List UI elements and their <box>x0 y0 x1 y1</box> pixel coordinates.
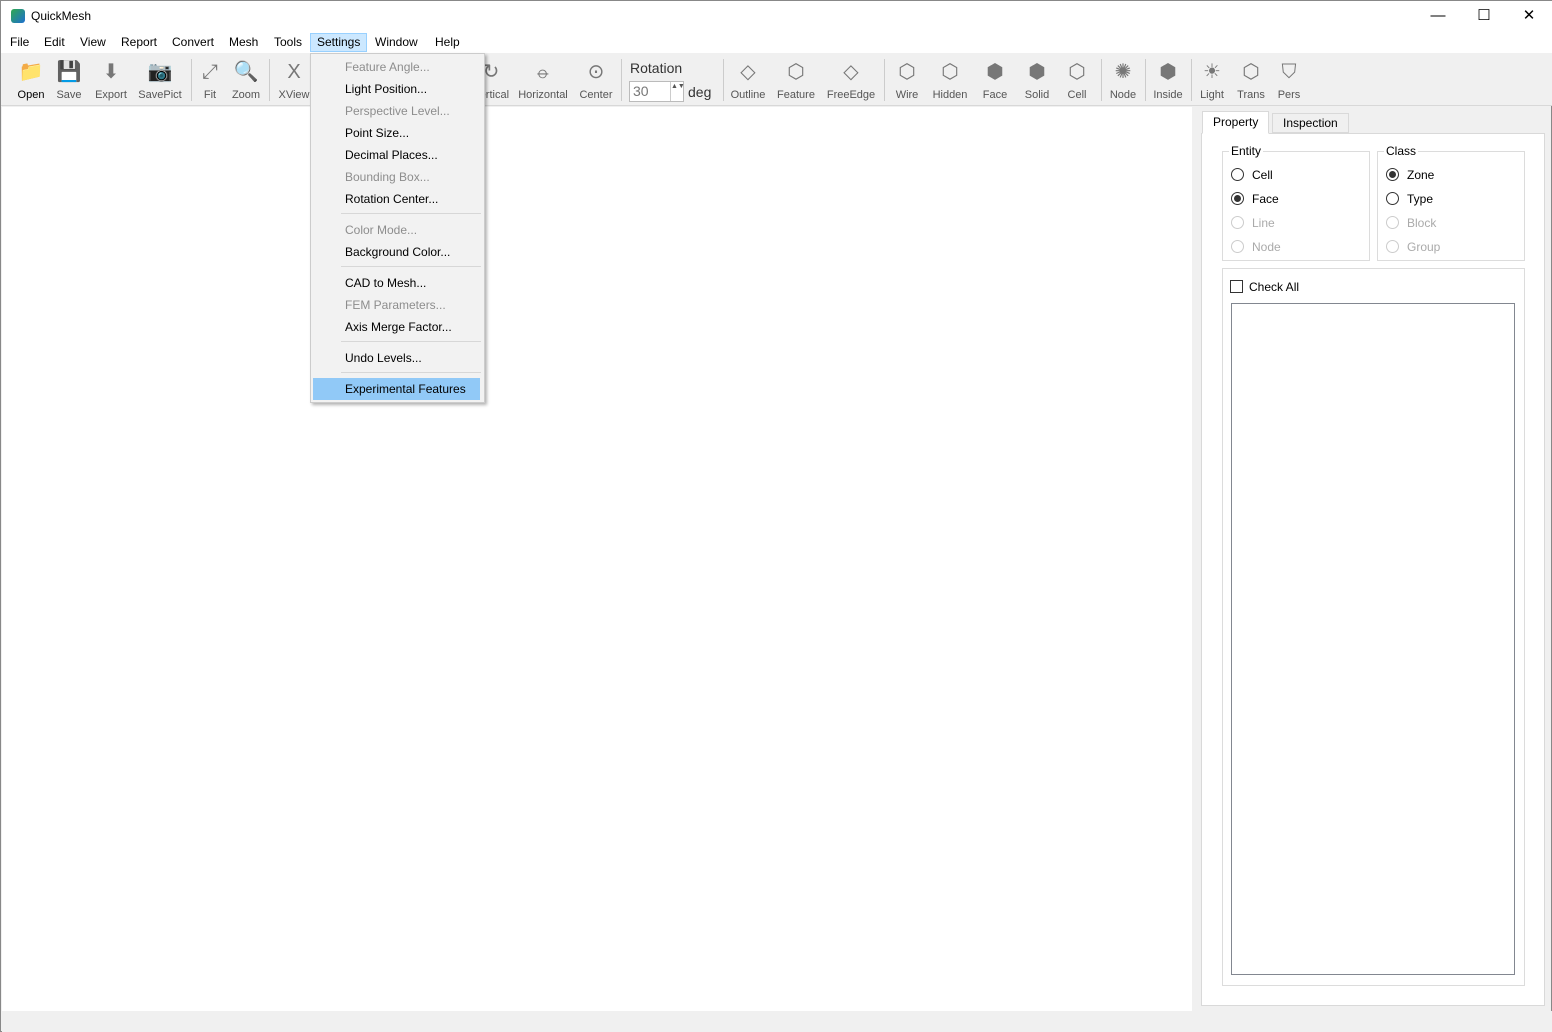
menu-separator <box>341 372 481 373</box>
shield-icon: ⛉ <box>1281 61 1297 83</box>
tab-inspection[interactable]: Inspection <box>1272 113 1349 133</box>
menu-edit[interactable]: Edit <box>38 33 71 52</box>
class-group: Class Zone Type Block Group <box>1377 144 1525 261</box>
radio-line[interactable]: Line <box>1231 215 1275 231</box>
app-logo-icon <box>11 9 25 23</box>
menu-report[interactable]: Report <box>115 33 163 52</box>
cell-mesh-icon: ⬡ <box>1068 61 1086 83</box>
feature-label: Feature <box>777 89 815 101</box>
toolbar-separator <box>621 59 622 101</box>
face-cube-icon: ⬢ <box>986 61 1004 83</box>
window-title: QuickMesh <box>31 9 92 23</box>
menu-item-background-color[interactable]: Background Color... <box>313 241 480 263</box>
menu-mesh[interactable]: Mesh <box>223 33 264 52</box>
freeedge-button[interactable]: ◇ FreeEdge <box>821 57 881 103</box>
menu-item-point-size[interactable]: Point Size... <box>313 122 480 144</box>
radio-group[interactable]: Group <box>1386 239 1440 255</box>
menu-item-rotation-center[interactable]: Rotation Center... <box>313 188 480 210</box>
center-label: Center <box>579 89 613 101</box>
check-all-label[interactable]: Check All <box>1249 280 1299 294</box>
menu-settings[interactable]: Settings <box>310 33 368 52</box>
settings-dropdown-menu: Feature Angle... Light Position... Perspec… <box>310 53 485 403</box>
check-all-checkbox[interactable] <box>1230 280 1243 293</box>
rotation-spinner[interactable]: ▲▼ <box>670 82 685 101</box>
menu-file[interactable]: File <box>4 33 35 52</box>
menu-item-axis-merge-factor[interactable]: Axis Merge Factor... <box>313 316 480 338</box>
menu-item-light-position[interactable]: Light Position... <box>313 78 480 100</box>
toolbar: 📁 Open 💾 Save ⬇ Export 📷 SavePict ⤢ Fit 🔍 Zoom X XVie… <box>1 53 1552 106</box>
toolbar-separator <box>1145 59 1146 101</box>
tab-property[interactable]: Property <box>1202 111 1270 134</box>
menu-convert[interactable]: Convert <box>166 33 220 52</box>
feature-cube-icon: ⬡ <box>787 61 805 83</box>
hidden-cube-icon: ⬡ <box>941 61 959 83</box>
freeedge-label: FreeEdge <box>826 89 876 101</box>
floppy-icon: 💾 <box>56 61 82 83</box>
close-button[interactable]: ✕ <box>1506 1 1552 31</box>
status-bar <box>2 1011 1552 1032</box>
radio-zone[interactable]: Zone <box>1386 167 1434 183</box>
outline-icon: ◇ <box>740 61 756 83</box>
pers-button[interactable]: ⛉ Pers <box>1259 57 1319 103</box>
pers-label: Pers <box>1277 89 1301 101</box>
zoom-icon: 🔍 <box>233 61 259 83</box>
menu-item-experimental-features[interactable]: Experimental Features <box>313 378 480 400</box>
horizontal-label: Horizontal <box>518 89 568 101</box>
title-bar: QuickMesh — ☐ ✕ <box>1 1 1552 31</box>
radio-node[interactable]: Node <box>1231 239 1281 255</box>
maximize-button[interactable]: ☐ <box>1461 1 1507 31</box>
class-label: Class <box>1384 144 1419 158</box>
menu-item-cad-to-mesh[interactable]: CAD to Mesh... <box>313 272 480 294</box>
menu-item-fem-parameters[interactable]: FEM Parameters... <box>313 294 480 316</box>
radio-block[interactable]: Block <box>1386 215 1436 231</box>
radio-face[interactable]: Face <box>1231 191 1279 207</box>
menu-view[interactable]: View <box>74 33 112 52</box>
toolbar-separator <box>723 59 724 101</box>
inside-icon: ⬢ <box>1159 61 1177 83</box>
menu-tools[interactable]: Tools <box>268 33 308 52</box>
menu-item-perspective-level[interactable]: Perspective Level... <box>313 100 480 122</box>
app-window: QuickMesh — ☐ ✕ File Edit View Report Co… <box>0 0 1552 1032</box>
rotation-unit: deg <box>688 84 712 100</box>
menu-window[interactable]: Window <box>369 33 424 52</box>
minimize-button[interactable]: — <box>1415 1 1461 31</box>
toolbar-separator <box>269 59 270 101</box>
menu-item-decimal-places[interactable]: Decimal Places... <box>313 144 480 166</box>
menu-separator <box>341 341 481 342</box>
radio-cell[interactable]: Cell <box>1231 167 1273 183</box>
download-icon: ⬇ <box>102 61 120 83</box>
menu-bar: File Edit View Report Convert Mesh Tools… <box>1 31 1552 53</box>
menu-separator <box>341 213 481 214</box>
camera-icon: 📷 <box>147 61 173 83</box>
item-list[interactable] <box>1231 303 1515 975</box>
feature-button[interactable]: ⬡ Feature <box>766 57 826 103</box>
menu-separator <box>341 266 481 267</box>
toolbar-separator <box>191 59 192 101</box>
radio-type[interactable]: Type <box>1386 191 1433 207</box>
menu-item-color-mode[interactable]: Color Mode... <box>313 219 480 241</box>
menu-item-feature-angle[interactable]: Feature Angle... <box>313 56 480 78</box>
node-icon: ✺ <box>1114 61 1132 83</box>
toolbar-separator <box>884 59 885 101</box>
entity-group: Entity Cell Face Line Node <box>1222 144 1370 261</box>
wire-cube-icon: ⬡ <box>898 61 916 83</box>
horizontal-rotate-icon: ⦵ <box>534 61 552 83</box>
center-icon: ⊙ <box>587 61 605 83</box>
toolbar-separator <box>1191 59 1192 101</box>
menu-item-bounding-box[interactable]: Bounding Box... <box>313 166 480 188</box>
center-button[interactable]: ⊙ Center <box>566 57 626 103</box>
x-axis-icon: X <box>287 61 301 83</box>
rotation-label: Rotation <box>630 60 683 76</box>
mesh-viewport[interactable] <box>2 107 1192 1011</box>
toolbar-separator <box>1101 59 1102 101</box>
free-edge-icon: ◇ <box>843 61 859 83</box>
menu-help[interactable]: Help <box>429 33 466 52</box>
entity-label: Entity <box>1229 144 1264 158</box>
menu-item-undo-levels[interactable]: Undo Levels... <box>313 347 480 369</box>
horizontal-button[interactable]: ⦵ Horizontal <box>513 57 573 103</box>
